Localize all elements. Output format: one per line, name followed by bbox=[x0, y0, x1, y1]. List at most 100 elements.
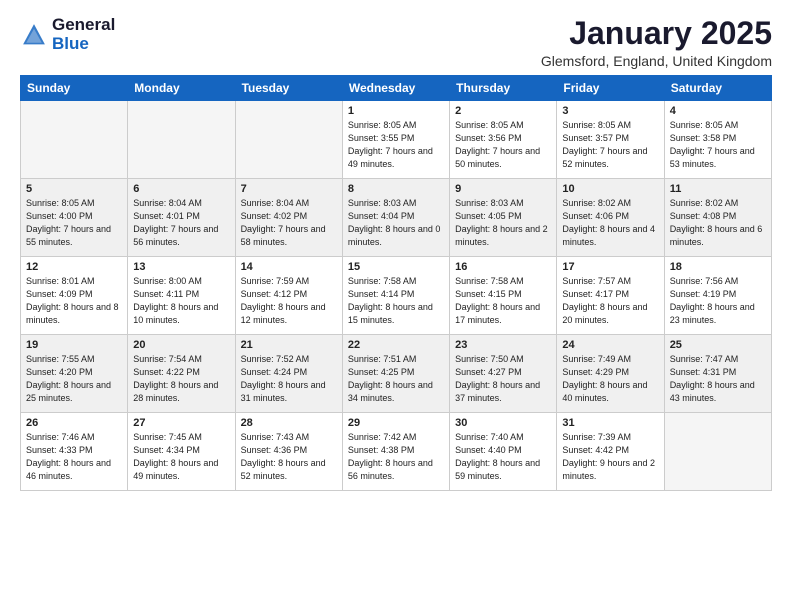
day-number: 7 bbox=[241, 183, 337, 195]
cell-details: Sunrise: 7:59 AMSunset: 4:12 PMDaylight:… bbox=[241, 275, 337, 327]
col-header-friday: Friday bbox=[557, 76, 664, 101]
logo: General Blue bbox=[20, 16, 115, 53]
cell-details: Sunrise: 7:54 AMSunset: 4:22 PMDaylight:… bbox=[133, 353, 229, 405]
cell-details: Sunrise: 7:43 AMSunset: 4:36 PMDaylight:… bbox=[241, 431, 337, 483]
day-number: 6 bbox=[133, 183, 229, 195]
cell-details: Sunrise: 7:46 AMSunset: 4:33 PMDaylight:… bbox=[26, 431, 122, 483]
calendar-cell: 6 Sunrise: 8:04 AMSunset: 4:01 PMDaylight… bbox=[128, 179, 235, 257]
col-header-saturday: Saturday bbox=[664, 76, 771, 101]
col-header-sunday: Sunday bbox=[21, 76, 128, 101]
cell-details: Sunrise: 8:04 AMSunset: 4:02 PMDaylight:… bbox=[241, 197, 337, 249]
day-number: 12 bbox=[26, 261, 122, 273]
calendar-cell: 14Sunrise: 7:59 AMSunset: 4:12 PMDayligh… bbox=[235, 257, 342, 335]
day-number: 24 bbox=[562, 339, 658, 351]
day-number: 28 bbox=[241, 417, 337, 429]
cell-details: Sunrise: 8:01 AMSunset: 4:09 PMDaylight:… bbox=[26, 275, 122, 327]
day-number: 25 bbox=[670, 339, 766, 351]
col-header-tuesday: Tuesday bbox=[235, 76, 342, 101]
cell-details: Sunrise: 7:55 AMSunset: 4:20 PMDaylight:… bbox=[26, 353, 122, 405]
month-year: January 2025 bbox=[541, 16, 772, 51]
calendar-cell: 16Sunrise: 7:58 AMSunset: 4:15 PMDayligh… bbox=[450, 257, 557, 335]
cell-details: Sunrise: 8:03 AMSunset: 4:05 PMDaylight:… bbox=[455, 197, 551, 249]
cell-details: Sunrise: 7:39 AMSunset: 4:42 PMDaylight:… bbox=[562, 431, 658, 483]
cell-details: Sunrise: 7:40 AMSunset: 4:40 PMDaylight:… bbox=[455, 431, 551, 483]
logo-general: General bbox=[52, 15, 115, 34]
day-number: 10 bbox=[562, 183, 658, 195]
day-number: 17 bbox=[562, 261, 658, 273]
calendar-week-row: 1 Sunrise: 8:05 AMSunset: 3:55 PMDaylight… bbox=[21, 101, 772, 179]
calendar-cell: 27Sunrise: 7:45 AMSunset: 4:34 PMDayligh… bbox=[128, 413, 235, 491]
calendar-cell: 1 Sunrise: 8:05 AMSunset: 3:55 PMDaylight… bbox=[342, 101, 449, 179]
calendar-cell: 21 Sunrise: 7:52 AMSunset: 4:24 PMDayligh… bbox=[235, 335, 342, 413]
calendar-cell bbox=[21, 101, 128, 179]
calendar-week-row: 5 Sunrise: 8:05 AMSunset: 4:00 PMDaylight… bbox=[21, 179, 772, 257]
day-number: 13 bbox=[133, 261, 229, 273]
calendar-cell: 23Sunrise: 7:50 AMSunset: 4:27 PMDayligh… bbox=[450, 335, 557, 413]
cell-details: Sunrise: 8:03 AMSunset: 4:04 PMDaylight:… bbox=[348, 197, 444, 249]
cell-details: Sunrise: 8:02 AMSunset: 4:08 PMDaylight:… bbox=[670, 197, 766, 249]
calendar-cell: 17 Sunrise: 7:57 AMSunset: 4:17 PMDayligh… bbox=[557, 257, 664, 335]
calendar: SundayMondayTuesdayWednesdayThursdayFrid… bbox=[20, 75, 772, 491]
day-number: 9 bbox=[455, 183, 551, 195]
calendar-cell: 2Sunrise: 8:05 AMSunset: 3:56 PMDaylight… bbox=[450, 101, 557, 179]
calendar-cell bbox=[128, 101, 235, 179]
calendar-week-row: 12 Sunrise: 8:01 AMSunset: 4:09 PMDayligh… bbox=[21, 257, 772, 335]
cell-details: Sunrise: 8:05 AMSunset: 3:55 PMDaylight:… bbox=[348, 119, 444, 171]
calendar-cell: 11Sunrise: 8:02 AMSunset: 4:08 PMDayligh… bbox=[664, 179, 771, 257]
day-number: 21 bbox=[241, 339, 337, 351]
cell-details: Sunrise: 8:02 AMSunset: 4:06 PMDaylight:… bbox=[562, 197, 658, 249]
calendar-cell bbox=[664, 413, 771, 491]
cell-details: Sunrise: 7:47 AMSunset: 4:31 PMDaylight:… bbox=[670, 353, 766, 405]
cell-details: Sunrise: 7:56 AMSunset: 4:19 PMDaylight:… bbox=[670, 275, 766, 327]
cell-details: Sunrise: 8:05 AMSunset: 4:00 PMDaylight:… bbox=[26, 197, 122, 249]
calendar-cell: 10 Sunrise: 8:02 AMSunset: 4:06 PMDayligh… bbox=[557, 179, 664, 257]
calendar-cell: 25 Sunrise: 7:47 AMSunset: 4:31 PMDayligh… bbox=[664, 335, 771, 413]
day-number: 3 bbox=[562, 105, 658, 117]
col-header-monday: Monday bbox=[128, 76, 235, 101]
title-block: January 2025 Glemsford, England, United … bbox=[541, 16, 772, 69]
calendar-cell: 15Sunrise: 7:58 AMSunset: 4:14 PMDayligh… bbox=[342, 257, 449, 335]
page: General Blue January 2025 Glemsford, Eng… bbox=[0, 0, 792, 501]
cell-details: Sunrise: 7:42 AMSunset: 4:38 PMDaylight:… bbox=[348, 431, 444, 483]
day-number: 30 bbox=[455, 417, 551, 429]
cell-details: Sunrise: 7:57 AMSunset: 4:17 PMDaylight:… bbox=[562, 275, 658, 327]
calendar-cell: 5 Sunrise: 8:05 AMSunset: 4:00 PMDaylight… bbox=[21, 179, 128, 257]
day-number: 5 bbox=[26, 183, 122, 195]
calendar-cell: 4Sunrise: 8:05 AMSunset: 3:58 PMDaylight… bbox=[664, 101, 771, 179]
cell-details: Sunrise: 8:05 AMSunset: 3:58 PMDaylight:… bbox=[670, 119, 766, 171]
day-number: 29 bbox=[348, 417, 444, 429]
day-number: 31 bbox=[562, 417, 658, 429]
calendar-week-row: 26 Sunrise: 7:46 AMSunset: 4:33 PMDayligh… bbox=[21, 413, 772, 491]
logo-icon bbox=[20, 21, 48, 49]
calendar-cell bbox=[235, 101, 342, 179]
cell-details: Sunrise: 7:52 AMSunset: 4:24 PMDaylight:… bbox=[241, 353, 337, 405]
day-number: 8 bbox=[348, 183, 444, 195]
cell-details: Sunrise: 8:05 AMSunset: 3:56 PMDaylight:… bbox=[455, 119, 551, 171]
calendar-cell: 31 Sunrise: 7:39 AMSunset: 4:42 PMDayligh… bbox=[557, 413, 664, 491]
cell-details: Sunrise: 7:49 AMSunset: 4:29 PMDaylight:… bbox=[562, 353, 658, 405]
calendar-header-row: SundayMondayTuesdayWednesdayThursdayFrid… bbox=[21, 76, 772, 101]
day-number: 18 bbox=[670, 261, 766, 273]
logo-text: General Blue bbox=[52, 16, 115, 53]
calendar-cell: 3Sunrise: 8:05 AMSunset: 3:57 PMDaylight… bbox=[557, 101, 664, 179]
calendar-week-row: 19 Sunrise: 7:55 AMSunset: 4:20 PMDayligh… bbox=[21, 335, 772, 413]
cell-details: Sunrise: 8:00 AMSunset: 4:11 PMDaylight:… bbox=[133, 275, 229, 327]
calendar-cell: 24 Sunrise: 7:49 AMSunset: 4:29 PMDayligh… bbox=[557, 335, 664, 413]
day-number: 22 bbox=[348, 339, 444, 351]
cell-details: Sunrise: 7:58 AMSunset: 4:15 PMDaylight:… bbox=[455, 275, 551, 327]
calendar-cell: 28 Sunrise: 7:43 AMSunset: 4:36 PMDayligh… bbox=[235, 413, 342, 491]
calendar-cell: 22Sunrise: 7:51 AMSunset: 4:25 PMDayligh… bbox=[342, 335, 449, 413]
day-number: 26 bbox=[26, 417, 122, 429]
col-header-thursday: Thursday bbox=[450, 76, 557, 101]
calendar-cell: 12 Sunrise: 8:01 AMSunset: 4:09 PMDayligh… bbox=[21, 257, 128, 335]
calendar-cell: 9 Sunrise: 8:03 AMSunset: 4:05 PMDaylight… bbox=[450, 179, 557, 257]
cell-details: Sunrise: 8:04 AMSunset: 4:01 PMDaylight:… bbox=[133, 197, 229, 249]
day-number: 1 bbox=[348, 105, 444, 117]
col-header-wednesday: Wednesday bbox=[342, 76, 449, 101]
day-number: 23 bbox=[455, 339, 551, 351]
logo-blue: Blue bbox=[52, 34, 89, 53]
calendar-cell: 29 Sunrise: 7:42 AMSunset: 4:38 PMDayligh… bbox=[342, 413, 449, 491]
header: General Blue January 2025 Glemsford, Eng… bbox=[20, 16, 772, 69]
day-number: 19 bbox=[26, 339, 122, 351]
day-number: 27 bbox=[133, 417, 229, 429]
